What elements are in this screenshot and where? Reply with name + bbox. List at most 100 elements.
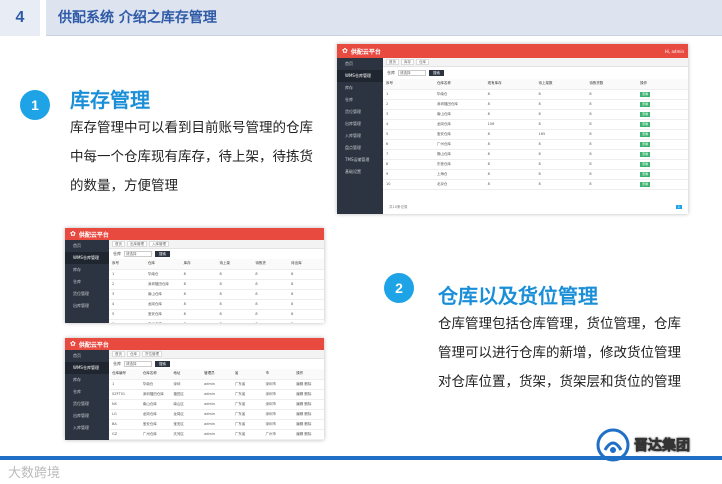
view-button[interactable]: 查看 [640, 151, 651, 157]
table-cell: 8 [535, 89, 587, 100]
crumb-tab[interactable]: 入库管理 [149, 241, 169, 247]
brand-name: 晋达集团 [634, 438, 691, 455]
sidebar-item[interactable]: 出库管理 [65, 300, 109, 312]
table-cell: 8 [252, 269, 289, 280]
table-cell: 8 [484, 99, 536, 110]
location-screenshot: ✿ 供配云平台 首页 WMS仓库管理 库存 仓库 货位管理 出库管理 入库管理 … [65, 338, 324, 440]
sidebar-item[interactable]: 库存 [65, 264, 109, 276]
table-cell: 8 [252, 319, 289, 323]
sidebar-item[interactable]: 仓库 [337, 94, 383, 106]
view-button[interactable]: 查看 [640, 131, 651, 137]
table-cell: 3 [383, 109, 434, 120]
inventory-table: 序号 仓库名称 现有库存 待上架数 待拣货数 操作 1 华南仓 8 8 8 查看 2 深圳福田… [383, 79, 688, 190]
row-actions[interactable]: 编辑 删除 [293, 379, 324, 390]
table-cell: 8 [586, 89, 638, 100]
column-header: 操作 [293, 369, 324, 380]
table-row: 3 南山仓库 8 8 8 查看 [383, 109, 688, 120]
table-cell: 华南仓 [433, 89, 485, 100]
view-button[interactable]: 查看 [640, 121, 651, 127]
table-cell: 5 [383, 129, 434, 140]
row-actions[interactable]: 编辑 删除 [293, 429, 324, 440]
sidebar-item[interactable]: 出库管理 [337, 118, 383, 130]
table-row: 5 宝安仓库 8 8 8 8 [109, 309, 324, 320]
user-menu[interactable]: Hi, admin [665, 49, 684, 54]
sidebar-item[interactable]: 首页 [65, 350, 109, 362]
sidebar-item[interactable]: 货位管理 [65, 288, 109, 300]
crumb-tab[interactable]: 仓库 [416, 59, 429, 65]
search-button[interactable]: 搜索 [155, 251, 170, 257]
brand-mark-icon [596, 428, 630, 462]
crumb-tab[interactable]: 仓库 [127, 351, 140, 357]
table-cell: 宝安仓库 [144, 309, 181, 320]
crumb-tab[interactable]: 货位管理 [142, 351, 162, 357]
row-actions[interactable]: 编辑 删除 [293, 419, 324, 430]
sidebar-item[interactable]: TMS运输管理 [337, 154, 383, 166]
sidebar-item[interactable]: 首页 [337, 58, 383, 70]
crumb-tab[interactable]: 出库管理 [127, 241, 147, 247]
table-cell: 查看 [637, 89, 688, 100]
warehouse-select[interactable]: 请选择 [124, 361, 152, 367]
sidebar-item-wms[interactable]: WMS仓库管理 [65, 362, 109, 374]
row-actions[interactable]: 编辑 删除 [293, 439, 324, 440]
view-button[interactable]: 查看 [640, 171, 651, 177]
view-button[interactable]: 查看 [640, 161, 651, 167]
table-cell: 6 [109, 319, 145, 323]
crumb-tab[interactable]: 首页 [386, 59, 399, 65]
table-row: 1 华南仓 8 8 8 查看 [383, 89, 688, 100]
table-cell: 广州仓库 [144, 319, 181, 323]
table-cell: 2 [383, 99, 434, 110]
view-button[interactable]: 查看 [640, 101, 651, 107]
app-main: 首页 出库管理 入库管理 仓库 请选择 搜索 序号 仓库 库存 待上架 待拣货 … [109, 240, 324, 323]
table-cell: 8 [484, 89, 536, 100]
slide-title: 供配系统 介绍之库存管理 [58, 10, 217, 26]
search-button[interactable]: 搜索 [155, 361, 170, 367]
footer-brand: 晋达集团 [596, 428, 690, 462]
row-actions[interactable]: 编辑 删除 [293, 389, 324, 400]
table-row: 2 深圳福田仓库 8 8 8 8 [109, 279, 324, 290]
table-cell: 8 [586, 139, 638, 150]
table-cell: 8 [484, 179, 536, 190]
table-cell: 查看 [637, 129, 688, 140]
sidebar-item[interactable]: 仓库 [65, 276, 109, 288]
crumb-tab[interactable]: 首页 [112, 241, 125, 247]
sidebar-item-wms[interactable]: WMS仓库管理 [337, 70, 383, 82]
crumb-tab[interactable]: 首页 [112, 351, 125, 357]
row-actions[interactable]: 编辑 删除 [293, 399, 324, 410]
sidebar-item-wms[interactable]: WMS仓库管理 [65, 252, 109, 264]
table-cell: 南山仓库 [433, 109, 485, 120]
sidebar-item[interactable]: 货位管理 [65, 398, 109, 410]
sidebar-item[interactable]: 入库管理 [337, 130, 383, 142]
table-cell: 深圳市 [262, 379, 294, 390]
table-row: 7 佛山仓库 8 8 8 查看 [383, 149, 688, 160]
table-cell: 8 [535, 169, 587, 180]
crumb-tab[interactable]: 库存 [401, 59, 414, 65]
view-button[interactable]: 查看 [640, 141, 651, 147]
sidebar-item[interactable]: 入库管理 [65, 422, 109, 434]
view-button[interactable]: 查看 [640, 111, 651, 117]
pager-current-page[interactable]: 1 [675, 205, 682, 209]
warehouse-select[interactable]: 请选择 [124, 251, 152, 257]
view-button[interactable]: 查看 [640, 91, 651, 97]
column-header: 仓库编号 [109, 369, 140, 380]
sidebar-item[interactable]: 库存 [337, 82, 383, 94]
brand-logo-icon: ✿ [70, 340, 76, 348]
table-cell: 宝安区 [170, 419, 202, 430]
view-button[interactable]: 查看 [640, 181, 651, 187]
search-button[interactable]: 搜索 [429, 70, 444, 76]
column-header: 库存 [180, 259, 217, 270]
sidebar-item[interactable]: 首页 [65, 240, 109, 252]
section2-body: 仓库管理包括仓库管理，货位管理，仓库管理可以进行仓库的新增，修改货位管理对仓库位… [438, 316, 681, 390]
warehouse-select[interactable]: 请选择 [398, 70, 426, 76]
sidebar-item[interactable]: 库存 [65, 374, 109, 386]
sidebar-item[interactable]: 货位管理 [337, 106, 383, 118]
sidebar-item[interactable]: 仓库 [65, 386, 109, 398]
table-cell: 8 [535, 99, 587, 110]
table-cell: 南山区 [170, 399, 202, 410]
table-cell: 华南仓 [139, 379, 171, 390]
table-cell: 查看 [637, 139, 688, 150]
sidebar-item[interactable]: 盘点管理 [337, 142, 383, 154]
sidebar-item[interactable]: 出库管理 [65, 410, 109, 422]
table-cell: 165 [535, 129, 587, 140]
sidebar-item[interactable]: 基础设置 [337, 166, 383, 178]
row-actions[interactable]: 编辑 删除 [293, 409, 324, 420]
